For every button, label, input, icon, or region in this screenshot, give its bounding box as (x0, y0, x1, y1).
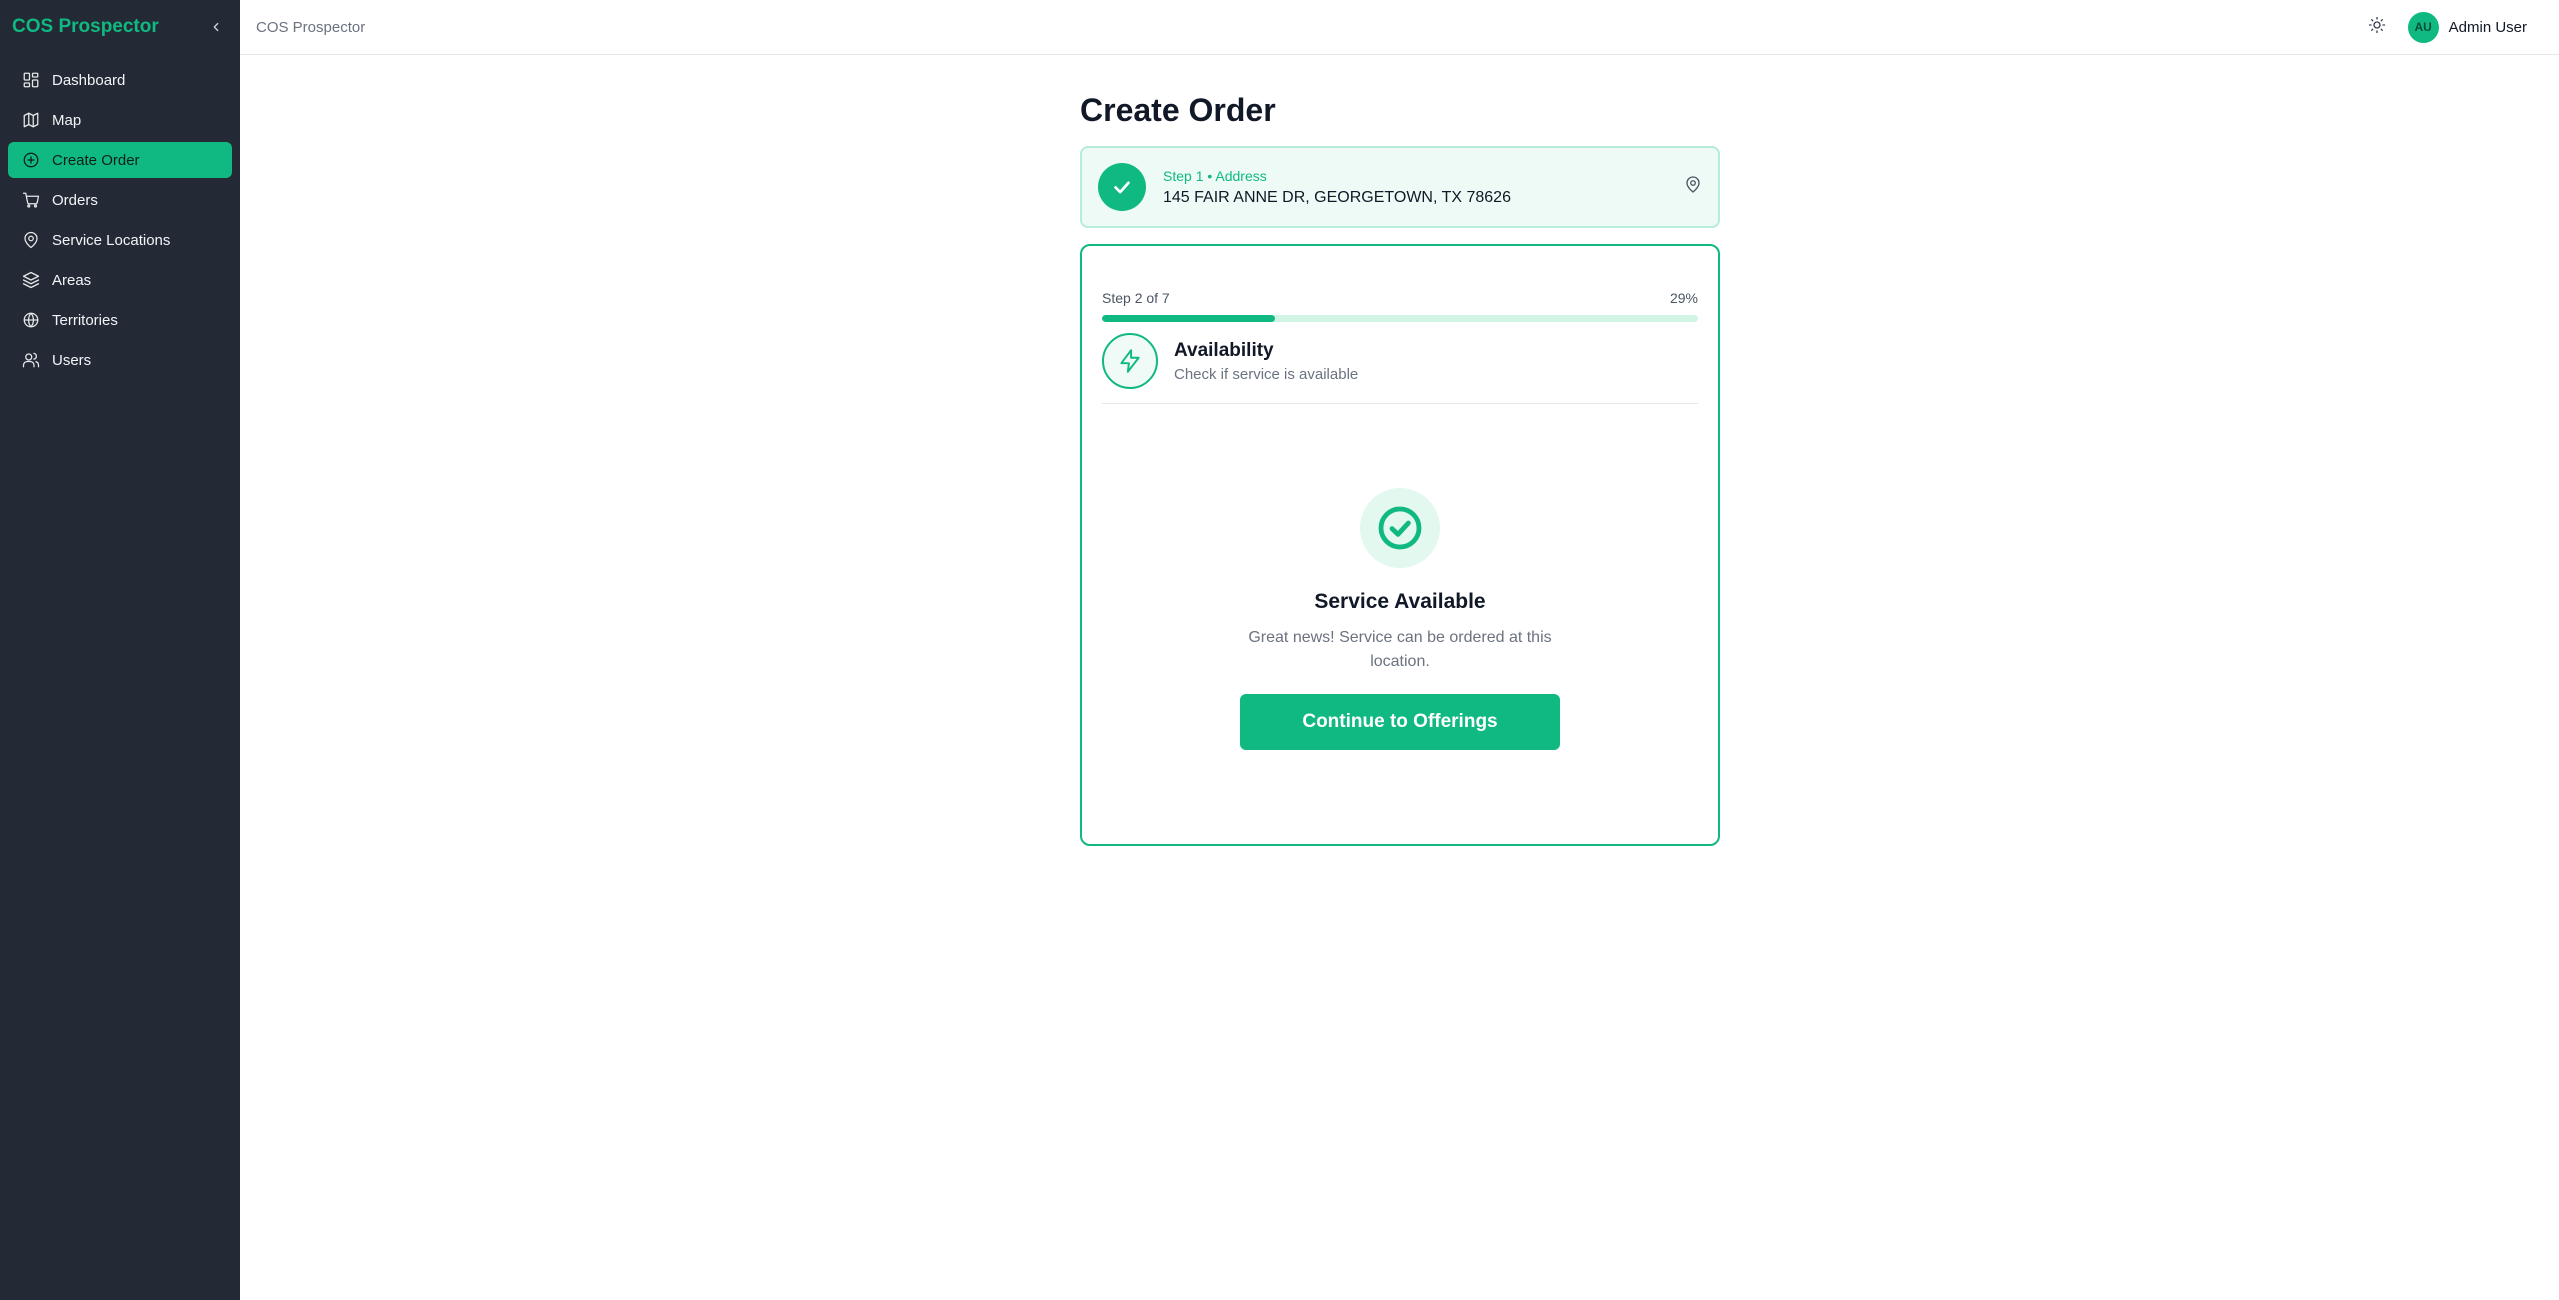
sun-icon (2368, 16, 2385, 33)
result-message: Great news! Service can be ordered at th… (1248, 629, 1552, 670)
sidebar-item-areas[interactable]: Areas (8, 262, 232, 298)
sidebar-item-label: Territories (52, 311, 118, 329)
users-icon (21, 351, 40, 370)
progress-percent: 29% (1669, 290, 1698, 306)
sidebar-item-label: Create Order (52, 151, 140, 169)
sidebar-item-label: Map (52, 111, 82, 129)
lightning-bolt-icon (1102, 333, 1158, 389)
chevron-left-icon (213, 22, 219, 32)
breadcrumb[interactable]: COS Prospector (256, 19, 365, 36)
check-circle-icon (1360, 488, 1440, 568)
sidebar-item-label: Users (52, 351, 92, 369)
page-title: Create Order (1080, 91, 1276, 128)
completed-step-label: Step 1 • Address (1163, 167, 1267, 184)
current-step-subtitle: Check if service is available (1174, 365, 1359, 383)
sidebar-item-label: Areas (52, 271, 92, 289)
top-bar-actions: AU Admin User (2368, 11, 2527, 43)
sidebar-item-service-locations[interactable]: Service Locations (8, 222, 232, 258)
create-order-wizard: Create Order Step 1 • Address 145 FAIR A… (1080, 85, 1720, 846)
map-icon (21, 111, 40, 130)
current-step-title: Availability (1174, 339, 1274, 361)
continue-to-offerings-button[interactable]: Continue to Offerings (1240, 694, 1560, 750)
result-title: Service Available (1314, 590, 1486, 613)
sidebar-item-label: Dashboard (52, 71, 126, 89)
user-name: Admin User (2448, 18, 2527, 36)
dashboard-icon (21, 71, 40, 90)
location-pin-icon (21, 231, 40, 250)
progress-bar (1102, 315, 1698, 322)
completed-step-address-value: 145 FAIR ANNE DR, GEORGETOWN, TX 78626 (1163, 188, 1511, 206)
completed-step-texts: Step 1 • Address 145 FAIR ANNE DR, GEORG… (1163, 168, 1511, 207)
sidebar-nav: Dashboard Map Create Order Orders Servic… (0, 62, 240, 378)
location-pin-icon (1684, 176, 1702, 199)
current-step-header: Availability Check if service is availab… (1102, 322, 1698, 404)
globe-icon (21, 311, 40, 330)
sidebar-item-create-order[interactable]: Create Order (8, 142, 232, 178)
current-step-card: Step 2 of 7 29% Availability Check if se… (1080, 244, 1720, 846)
sidebar-item-territories[interactable]: Territories (8, 302, 232, 338)
user-menu[interactable]: AU Admin User (2407, 11, 2527, 43)
plus-circle-icon (21, 151, 40, 170)
page-content: Create Order Step 1 • Address 145 FAIR A… (240, 55, 2559, 1300)
sidebar-item-label: Orders (52, 191, 98, 209)
progress-header: Step 2 of 7 29% (1102, 290, 1698, 306)
sidebar-item-users[interactable]: Users (8, 342, 232, 378)
layers-icon (21, 271, 40, 290)
avatar: AU (2407, 11, 2439, 43)
current-step-texts: Availability Check if service is availab… (1174, 340, 1358, 383)
main-area: COS Prospector AU Admin User Create Orde… (240, 0, 2559, 1300)
sidebar-item-map[interactable]: Map (8, 102, 232, 138)
theme-toggle-button[interactable] (2368, 16, 2386, 39)
sidebar-item-dashboard[interactable]: Dashboard (8, 62, 232, 98)
availability-result: Service Available Great news! Service ca… (1102, 488, 1698, 750)
sidebar: COS Prospector Dashboard Map Create Orde… (0, 0, 240, 1300)
sidebar-header: COS Prospector (0, 0, 240, 54)
sidebar-item-label: Service Locations (52, 231, 171, 249)
cart-icon (21, 191, 40, 210)
top-bar: COS Prospector AU Admin User (240, 0, 2559, 55)
app-brand[interactable]: COS Prospector (12, 16, 159, 38)
completed-step-address[interactable]: Step 1 • Address 145 FAIR ANNE DR, GEORG… (1080, 146, 1720, 228)
check-icon (1098, 163, 1146, 211)
progress-step-text: Step 2 of 7 (1102, 290, 1170, 306)
sidebar-item-orders[interactable]: Orders (8, 182, 232, 218)
progress-bar-fill (1102, 315, 1275, 322)
collapse-sidebar-button[interactable] (206, 17, 226, 37)
